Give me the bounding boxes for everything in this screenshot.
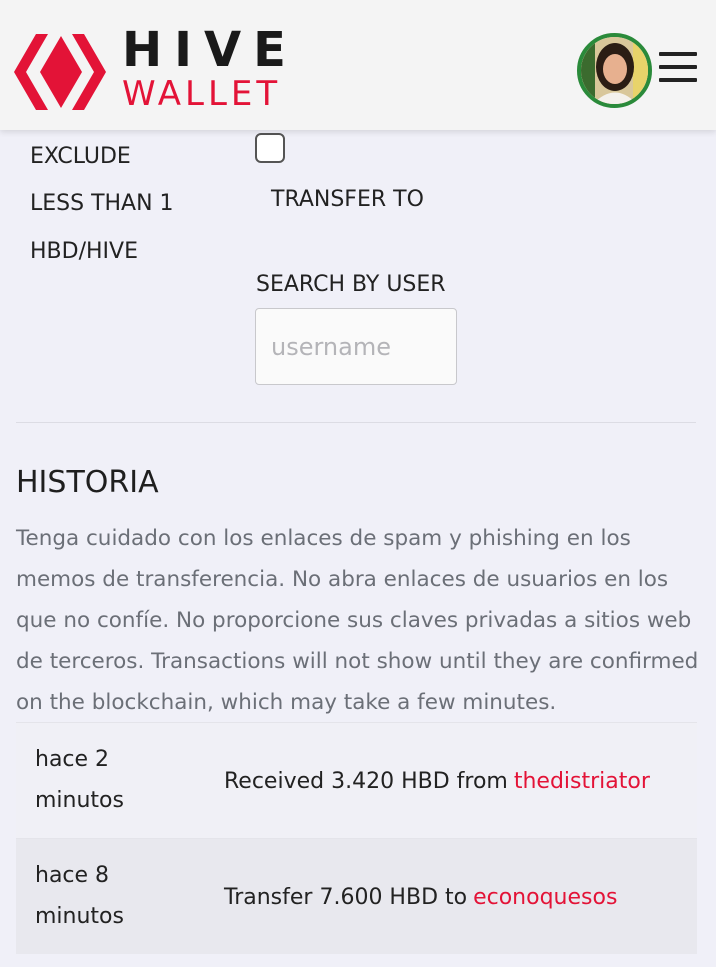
- exclude-label-line-3: HBD/HIVE: [30, 239, 138, 264]
- table-row: hace 8 minutos Transfer 7.600 HBD to eco…: [16, 838, 697, 954]
- transfer-to-label: TRANSFER TO: [271, 187, 424, 212]
- section-divider: [16, 422, 696, 423]
- tx-user-link[interactable]: econoquesos: [473, 885, 617, 910]
- tx-user-link[interactable]: thedistriator: [514, 769, 650, 794]
- history-notice: Tenga cuidado con los enlaces de spam y …: [16, 526, 699, 715]
- table-row: hace 2 minutos Received 3.420 HBD from t…: [16, 722, 697, 838]
- search-by-user-label: SEARCH BY USER: [256, 272, 446, 297]
- tx-time-line-2: minutos: [35, 788, 124, 813]
- exclude-label-line-1: EXCLUDE: [30, 144, 131, 169]
- history-title: HISTORIA: [16, 465, 159, 500]
- tx-description: Transfer 7.600 HBD to econoquesos: [224, 839, 617, 955]
- app-header: HIVE WALLET: [0, 0, 716, 130]
- brand-wordmark[interactable]: HIVE WALLET: [122, 24, 298, 112]
- tx-timestamp[interactable]: hace 2 minutos: [35, 739, 155, 821]
- hamburger-menu-icon[interactable]: [659, 52, 697, 86]
- avatar-photo-icon: [581, 37, 648, 104]
- brand-word-hive: HIVE: [122, 22, 298, 78]
- tx-text: Received 3.420 HBD from: [224, 768, 508, 794]
- brand-word-wallet: WALLET: [122, 74, 282, 114]
- tx-time-line-1: hace 2: [35, 747, 110, 772]
- transaction-table: hace 2 minutos Received 3.420 HBD from t…: [16, 722, 697, 954]
- username-search-input[interactable]: [255, 308, 457, 385]
- hive-logo-icon[interactable]: [14, 32, 106, 112]
- tx-text: Transfer 7.600 HBD to: [224, 884, 468, 910]
- exclude-small-checkbox[interactable]: [255, 133, 285, 163]
- tx-time-line-2: minutos: [35, 904, 124, 929]
- tx-time-line-1: hace 8: [35, 863, 110, 888]
- user-avatar[interactable]: [577, 33, 652, 108]
- tx-description: Received 3.420 HBD from thedistriator: [224, 723, 650, 839]
- tx-timestamp[interactable]: hace 8 minutos: [35, 855, 155, 937]
- exclude-label-line-2: LESS THAN 1: [30, 191, 174, 216]
